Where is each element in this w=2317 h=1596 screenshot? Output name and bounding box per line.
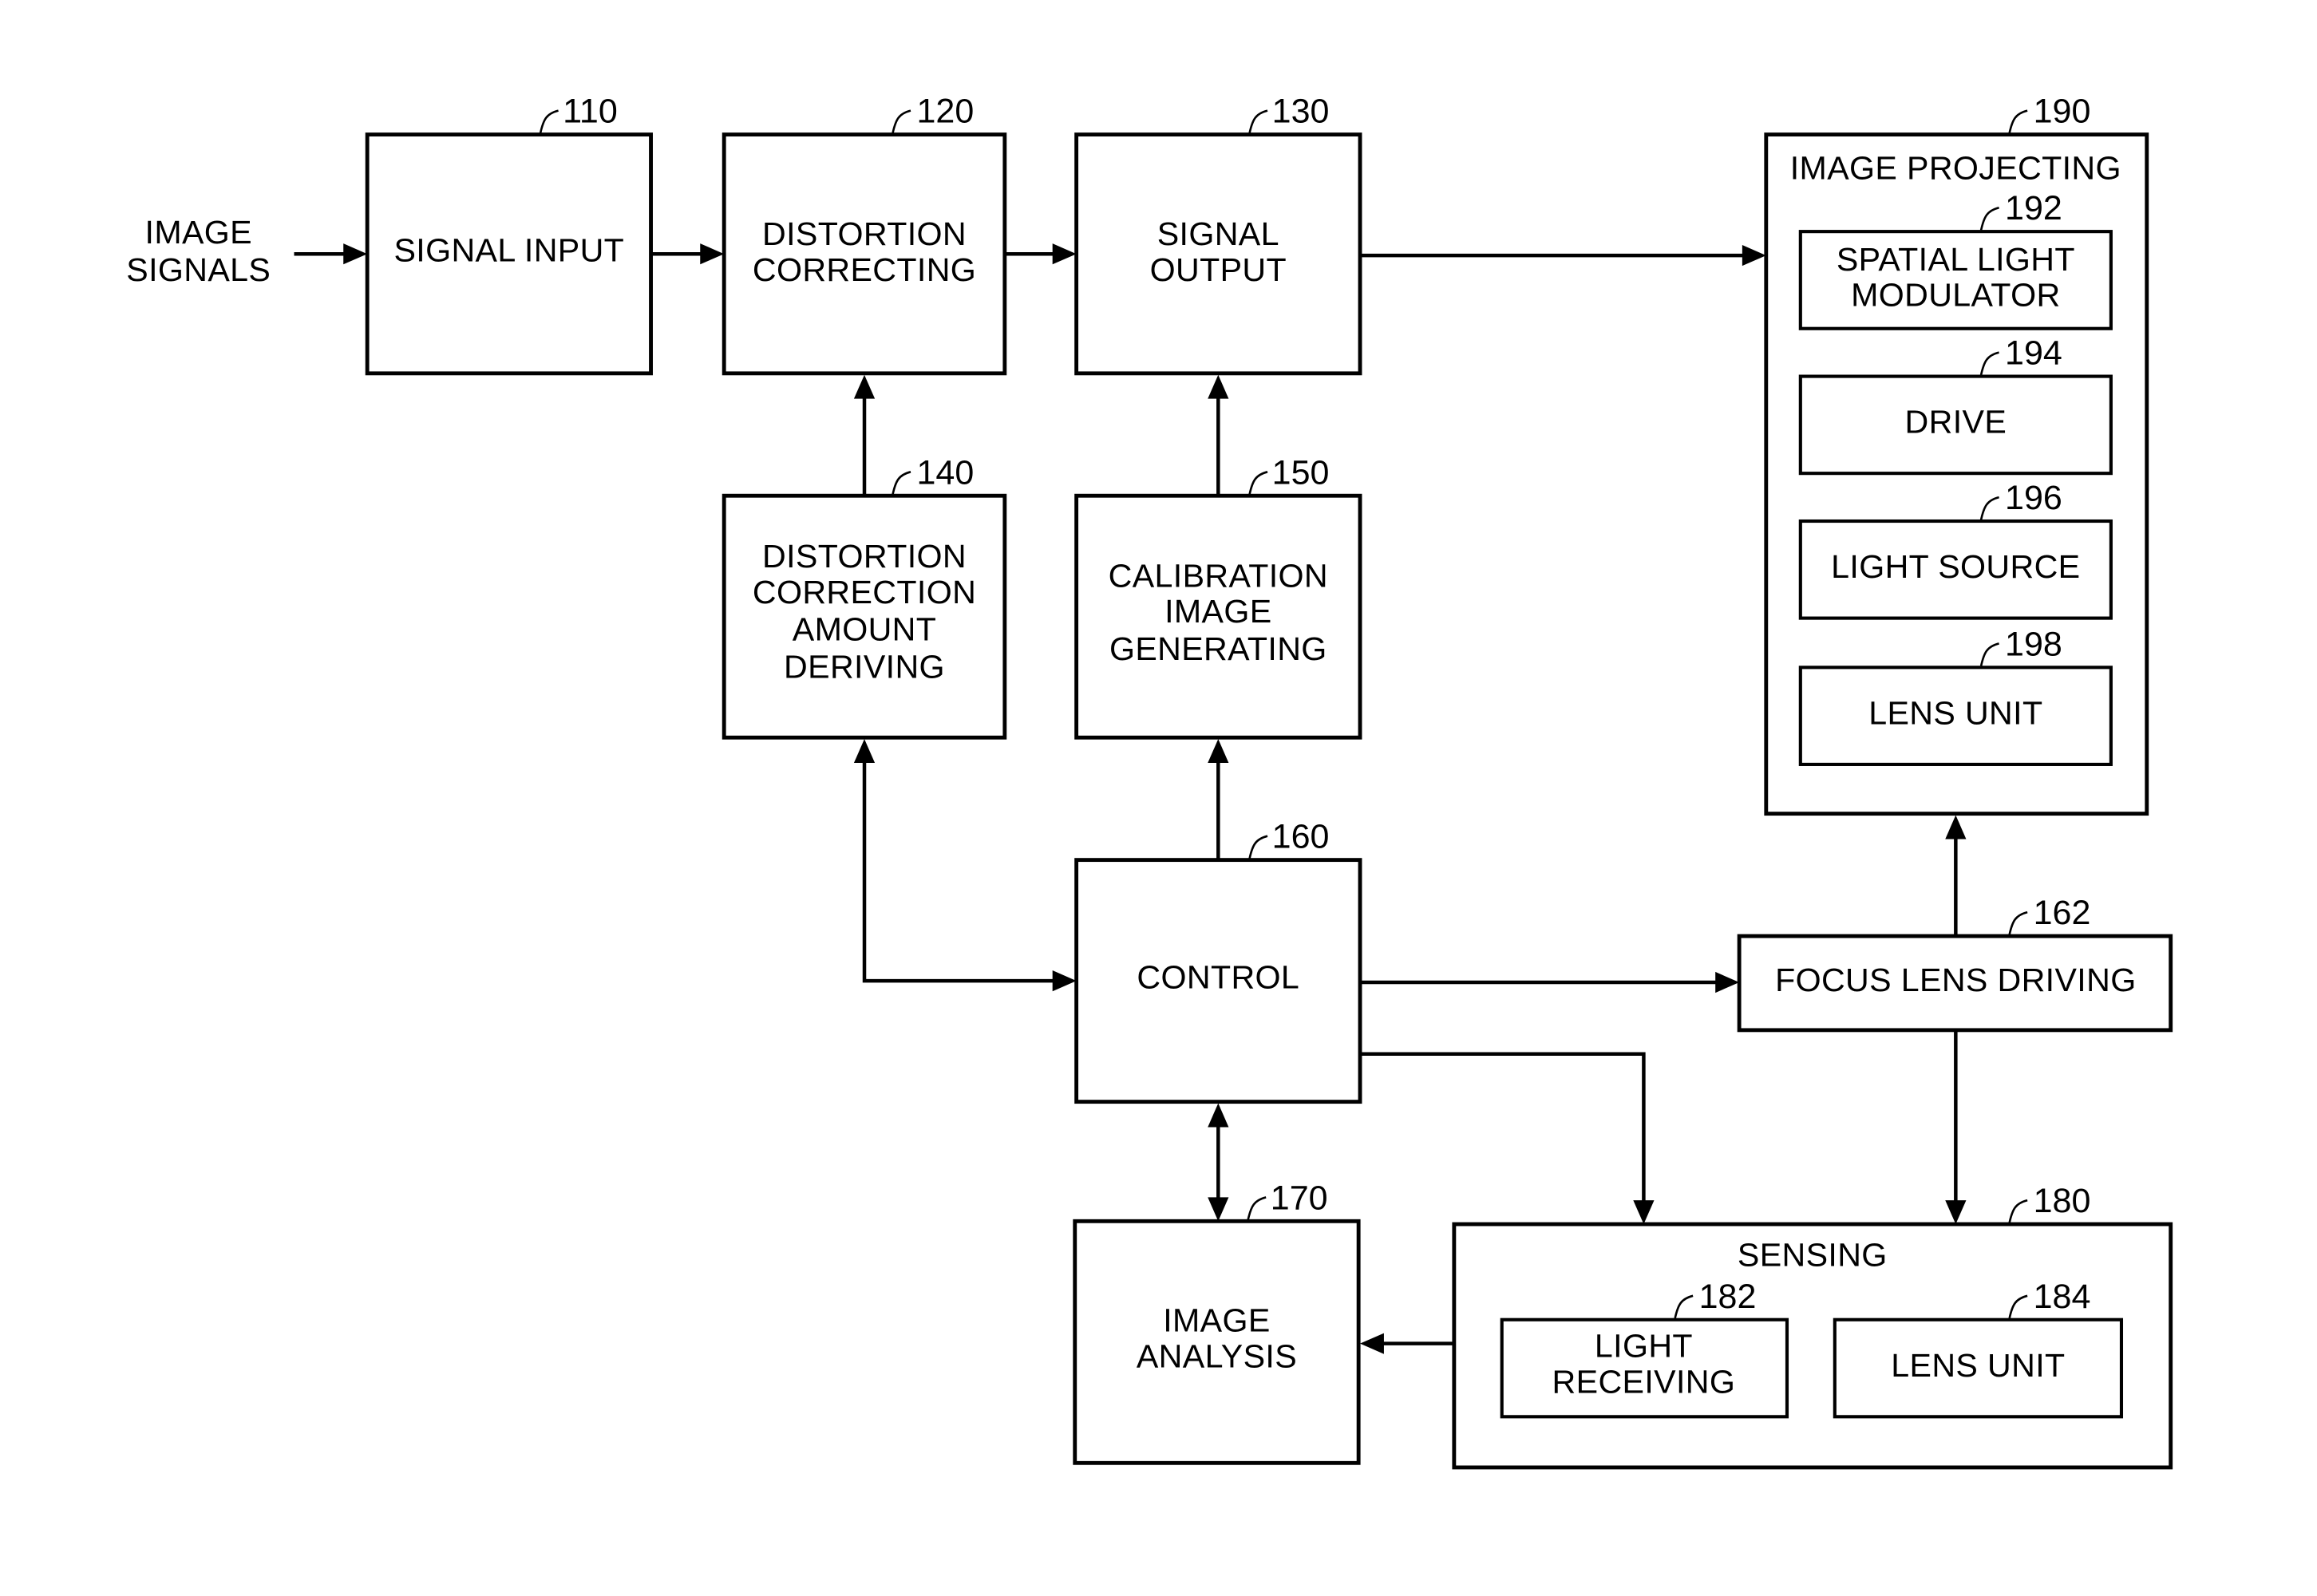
block-162-label: FOCUS LENS DRIVING <box>1775 962 2137 998</box>
block-184-label: LENS UNIT <box>1891 1347 2065 1384</box>
arrowhead-160-140 <box>853 739 876 764</box>
block-196-label: LIGHT SOURCE <box>1831 548 2080 585</box>
block-image-analysis[interactable]: IMAGE ANALYSIS 170 <box>1073 1179 1361 1465</box>
block-190-label: IMAGE PROJECTING <box>1790 150 2121 187</box>
ref-leader-130 <box>1248 109 1268 133</box>
block-182-label-line-1: LIGHT <box>1595 1327 1693 1364</box>
ref-leader-162 <box>2008 911 2028 935</box>
ref-182: 182 <box>1699 1278 1757 1316</box>
arrowhead-160-170 <box>1208 1197 1229 1222</box>
ref-leader-140 <box>892 471 911 495</box>
input-label-image-signals: IMAGE SIGNALS <box>126 214 271 288</box>
block-170-label-line-1: IMAGE <box>1163 1302 1270 1339</box>
ref-110: 110 <box>563 93 618 131</box>
block-distortion-correcting[interactable]: DISTORTION CORRECTING 120 <box>722 93 1007 376</box>
arrowhead-170-160 <box>1208 1103 1229 1128</box>
block-182-label-line-2: RECEIVING <box>1552 1363 1736 1400</box>
arrowhead-160-150 <box>1208 739 1229 764</box>
ref-leader-120 <box>892 109 911 133</box>
arrowhead-input-110 <box>343 243 368 265</box>
block-sensing[interactable]: SENSING 180 LIGHT RECEIVING 182 LENS UNI… <box>1452 1182 2173 1470</box>
ref-170: 170 <box>1271 1179 1328 1217</box>
block-distortion-correction-amount-deriving[interactable]: DISTORTION CORRECTION AMOUNT DERIVING 14… <box>722 453 1007 740</box>
ref-leader-150 <box>1248 471 1268 495</box>
arrowhead-120-130 <box>1052 243 1077 265</box>
connectors <box>294 243 1967 1354</box>
block-194-label: DRIVE <box>1905 404 2007 440</box>
ref-196: 196 <box>2005 479 2062 517</box>
ref-150: 150 <box>1272 453 1330 492</box>
block-140-label-line-1: DISTORTION <box>762 538 967 575</box>
block-180-label: SENSING <box>1738 1236 1888 1273</box>
ref-180: 180 <box>2034 1182 2091 1220</box>
arrowhead-160-180 <box>1633 1200 1655 1225</box>
block-110-label: SIGNAL INPUT <box>393 232 624 269</box>
ref-162: 162 <box>2034 894 2091 932</box>
arrowhead-140-120 <box>853 374 876 399</box>
arrowhead-160-162 <box>1715 971 1740 994</box>
arrowhead-162-180 <box>1945 1200 1967 1225</box>
block-diagram: IMAGE SIGNALS SIGNAL INPUT 110 DISTORTIO… <box>126 93 2173 1470</box>
block-140-label-line-3: AMOUNT <box>793 611 937 648</box>
block-170-label-line-2: ANALYSIS <box>1137 1338 1297 1375</box>
ref-leader-180 <box>2008 1199 2028 1223</box>
arrowhead-150-130 <box>1208 374 1229 399</box>
block-control[interactable]: CONTROL 160 <box>1074 818 1362 1104</box>
ref-192: 192 <box>2005 189 2062 227</box>
arrowhead-180-170 <box>1360 1333 1384 1354</box>
ref-130: 130 <box>1272 93 1330 131</box>
block-130-label-line-2: OUTPUT <box>1150 251 1287 288</box>
block-signal-input[interactable]: SIGNAL INPUT 110 <box>365 93 653 376</box>
block-120-label-line-1: DISTORTION <box>762 215 967 252</box>
block-140-label-line-2: CORRECTION <box>753 574 976 610</box>
arrowhead-130-190 <box>1742 244 1766 267</box>
wire-160-180 <box>1361 1052 1646 1203</box>
block-150-label-line-3: GENERATING <box>1109 630 1327 667</box>
ref-120: 120 <box>916 93 974 131</box>
block-signal-output[interactable]: SIGNAL OUTPUT 130 <box>1074 93 1362 376</box>
block-130-label-line-1: SIGNAL <box>1157 215 1279 252</box>
block-198-label: LENS UNIT <box>1868 694 2042 731</box>
input-label-line-2: SIGNALS <box>126 251 271 288</box>
ref-leader-160 <box>1248 835 1268 859</box>
block-calibration-image-generating[interactable]: CALIBRATION IMAGE GENERATING 150 <box>1074 453 1362 740</box>
block-120-label-line-2: CORRECTING <box>753 251 976 288</box>
ref-160: 160 <box>1272 818 1330 856</box>
input-label-line-1: IMAGE <box>145 214 252 251</box>
ref-184: 184 <box>2034 1278 2091 1316</box>
arrowhead-110-120 <box>700 243 725 265</box>
arrowhead-162-190 <box>1945 815 1967 839</box>
wire-140-160 <box>862 761 1056 983</box>
ref-190: 190 <box>2034 93 2091 131</box>
block-140-label-line-4: DERIVING <box>784 648 945 685</box>
ref-140: 140 <box>916 453 974 492</box>
block-150-label-line-1: CALIBRATION <box>1109 557 1328 594</box>
block-192-label-line-2: MODULATOR <box>1851 277 2060 314</box>
ref-leader-190 <box>2008 109 2028 133</box>
block-150-label-line-2: IMAGE <box>1164 593 1271 630</box>
block-192-label-line-1: SPATIAL LIGHT <box>1837 241 2075 278</box>
ref-leader-170 <box>1247 1196 1267 1220</box>
ref-198: 198 <box>2005 625 2062 663</box>
arrowhead-140-160 <box>1052 970 1077 992</box>
ref-leader-110 <box>539 109 559 133</box>
block-image-projecting[interactable]: IMAGE PROJECTING 190 SPATIAL LIGHT MODUL… <box>1764 93 2149 816</box>
ref-194: 194 <box>2005 334 2062 373</box>
block-160-label: CONTROL <box>1137 958 1299 995</box>
